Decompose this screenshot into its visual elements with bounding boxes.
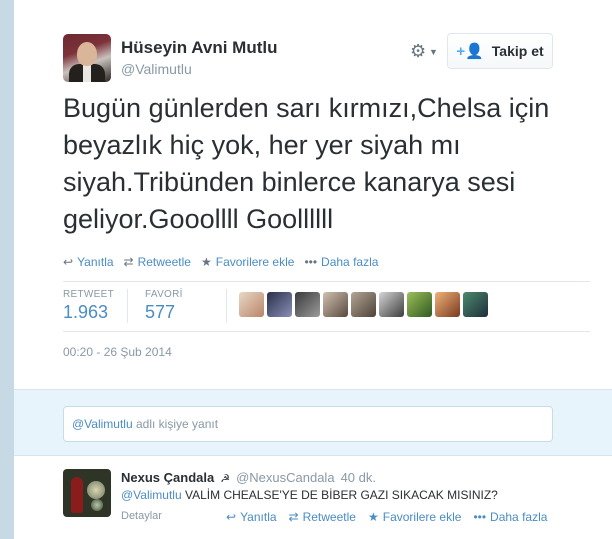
reply-details-link[interactable]: Detaylar [121,510,162,522]
reply-placeholder: adlı kişiye yanıt [136,417,219,431]
favoriters-avatars [239,292,488,317]
favoriter-avatar[interactable] [351,292,376,317]
follow-button[interactable]: +👤 Takip et [447,33,553,69]
retweet-action[interactable]: ⇄ Retweetle [289,510,356,524]
divider [226,289,227,323]
tweet-card: Hüseyin Avni Mutlu @Valimutlu ⚙ ▼ +👤 Taki… [14,0,612,389]
reply-icon: ↩ [226,510,237,524]
user-plus-icon: +👤 [456,43,484,60]
author-handle[interactable]: @Valimutlu [121,61,192,77]
author-name[interactable]: Hüseyin Avni Mutlu [121,38,277,58]
reply-icon: ↩ [63,255,74,269]
more-dots-icon: ••• [473,510,487,524]
follow-button-label: Takip et [491,43,544,59]
favoriter-avatar[interactable] [463,292,488,317]
reply-time[interactable]: 40 dk. [341,470,376,485]
divider [127,289,128,323]
reply-actions: ↩ Yanıtla ⇄ Retweetle ★ Favorilere ekle … [226,510,559,524]
reply-author-handle[interactable]: @NexusCandala [236,470,334,485]
retweet-icon: ⇄ [288,510,299,524]
favoriter-avatar[interactable] [267,292,292,317]
reply-input[interactable]: @Valimutlu adlı kişiye yanıt [63,406,553,442]
retweet-icon: ⇄ [123,255,134,269]
reply-tweet: Nexus Çandala ☭ @NexusCandala 40 dk. @Va… [14,456,612,539]
reply-author-name[interactable]: Nexus Çandala [121,470,214,485]
favoriter-avatar[interactable] [239,292,264,317]
favorite-stat-label: FAVORİ [145,289,183,300]
favoriter-avatar[interactable] [323,292,348,317]
reply-area: @Valimutlu adlı kişiye yanıt [14,389,612,456]
author-avatar[interactable] [63,34,111,82]
divider [63,281,590,282]
divider [63,331,590,332]
tweet-text: Bugün günlerden sarı kırmızı,Chelsa için… [63,93,550,234]
retweet-action[interactable]: ⇄ Retweetle [124,255,191,269]
reply-author-avatar[interactable] [63,469,111,517]
favoriter-avatar[interactable] [435,292,460,317]
reply-text: @Valimutlu VALİM CHEALSE'YE DE BİBER GAZ… [121,488,498,502]
favoriter-avatar[interactable] [295,292,320,317]
reply-text-body: VALİM CHEALSE'YE DE BİBER GAZI SIKACAK M… [185,488,498,502]
more-action[interactable]: ••• Daha fazla [473,510,547,524]
reply-action[interactable]: ↩ Yanıtla [63,255,114,269]
retweet-stat-label: RETWEET [63,289,114,300]
retweet-count[interactable]: 1.963 [63,302,108,323]
favorite-count[interactable]: 577 [145,302,175,323]
page-left-edge [0,0,14,539]
star-icon: ★ [367,510,379,524]
more-dots-icon: ••• [304,255,318,269]
favorite-action[interactable]: ★ Favorilere ekle [201,255,294,269]
favoriter-avatar[interactable] [407,292,432,317]
reply-action[interactable]: ↩ Yanıtla [226,510,277,524]
favorite-action[interactable]: ★ Favorilere ekle [368,510,461,524]
tweet-timestamp[interactable]: 00:20 - 26 Şub 2014 [63,345,172,359]
tweet-actions: ↩ Yanıtla ⇄ Retweetle ★ Favorilere ekle … [63,255,388,269]
settings-gear-icon[interactable]: ⚙ ▼ [410,41,444,61]
reply-mention: @Valimutlu [72,417,133,431]
star-icon: ★ [200,255,212,269]
reply-text-mention[interactable]: @Valimutlu [121,488,182,502]
chevron-down-icon: ▼ [429,47,438,57]
favoriter-avatar[interactable] [379,292,404,317]
hammer-sickle-icon: ☭ [220,473,231,485]
reply-header: Nexus Çandala ☭ @NexusCandala 40 dk. [121,470,376,485]
more-action[interactable]: ••• Daha fazla [304,255,378,269]
